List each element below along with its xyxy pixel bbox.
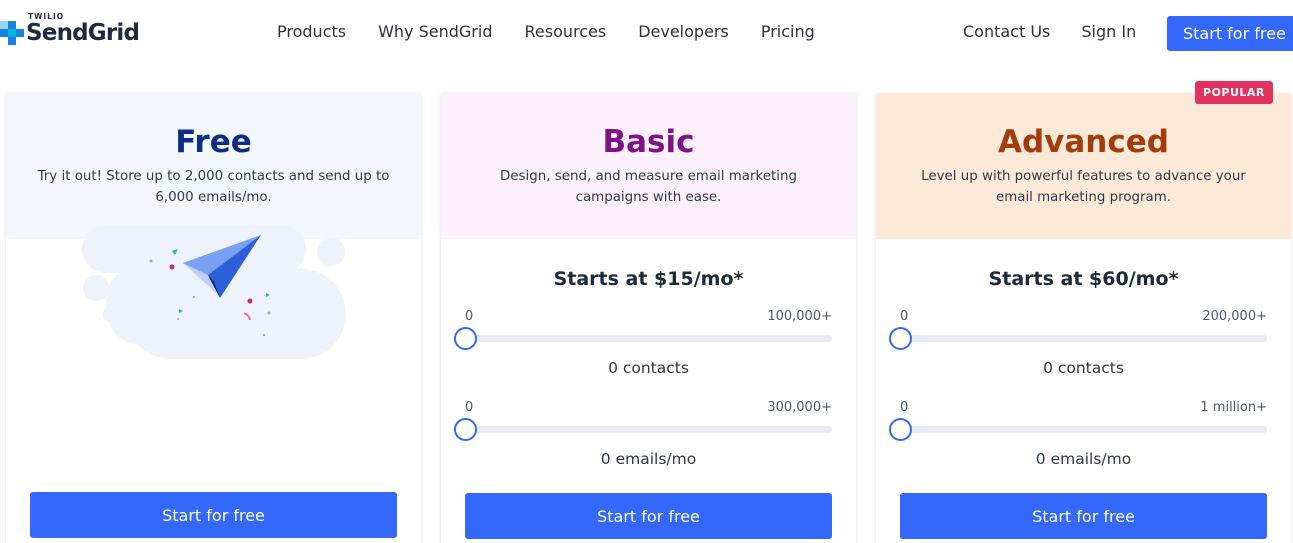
- top-nav: TWILIO SendGrid Products Why SendGrid Re…: [0, 0, 1293, 66]
- nav-contact-us[interactable]: Contact Us: [963, 22, 1050, 41]
- slider-thumb[interactable]: [454, 418, 477, 441]
- free-start-button[interactable]: Start for free: [30, 492, 397, 538]
- slider-value: 0 contacts: [608, 359, 689, 377]
- slider-track[interactable]: [900, 335, 1267, 342]
- nav-why-sendgrid[interactable]: Why SendGrid: [378, 22, 492, 41]
- main-nav-links: Products Why SendGrid Resources Develope…: [277, 22, 847, 41]
- plan-price: Starts at $60/mo*: [988, 268, 1179, 290]
- slider-track[interactable]: [900, 426, 1267, 433]
- plan-description: Level up with powerful features to advan…: [921, 169, 1246, 205]
- slider-min-label: 0: [900, 309, 909, 324]
- plan-header-free: Free Try it out! Store up to 2,000 conta…: [6, 93, 421, 239]
- plan-title: Basic: [602, 124, 695, 160]
- nav-start-free-button[interactable]: Start for free: [1167, 16, 1293, 51]
- slider-min-label: 0: [465, 400, 474, 415]
- plan-price: Starts at $15/mo*: [553, 268, 744, 290]
- slider-min-label: 0: [465, 309, 474, 324]
- slider-max-label: 1 million+: [1200, 400, 1267, 415]
- plan-title: Free: [175, 124, 252, 160]
- slider-track[interactable]: [465, 426, 832, 433]
- paper-plane-illustration: [82, 225, 346, 359]
- nav-pricing[interactable]: Pricing: [761, 22, 815, 41]
- slider-value: 0 contacts: [1043, 359, 1124, 377]
- slider-thumb[interactable]: [889, 327, 912, 350]
- slider-max-label: 200,000+: [1202, 309, 1267, 324]
- slider-value: 0 emails/mo: [1035, 450, 1132, 468]
- plan-card-basic: Basic Design, send, and measure email ma…: [441, 93, 856, 543]
- basic-start-button[interactable]: Start for free: [465, 493, 832, 539]
- slider-min-label: 0: [900, 400, 909, 415]
- slider-thumb[interactable]: [889, 418, 912, 441]
- nav-sign-in[interactable]: Sign In: [1081, 22, 1136, 41]
- popular-badge: POPULAR: [1195, 81, 1273, 104]
- nav-resources[interactable]: Resources: [524, 22, 606, 41]
- emails-slider: 0 300,000+ 0 emails/mo: [441, 400, 856, 491]
- plan-header-basic: Basic Design, send, and measure email ma…: [441, 93, 856, 239]
- nav-products[interactable]: Products: [277, 22, 346, 41]
- sendgrid-logo[interactable]: TWILIO SendGrid: [0, 9, 150, 49]
- plan-description: Design, send, and measure email marketin…: [500, 169, 797, 205]
- contacts-slider: 0 100,000+ 0 contacts: [441, 309, 856, 400]
- plan-card-advanced: Advanced Level up with powerful features…: [876, 93, 1291, 543]
- slider-value: 0 emails/mo: [600, 450, 697, 468]
- contacts-slider: 0 200,000+ 0 contacts: [876, 309, 1291, 400]
- slider-thumb[interactable]: [454, 327, 477, 350]
- plan-header-advanced: Advanced Level up with powerful features…: [876, 93, 1291, 239]
- emails-slider: 0 1 million+ 0 emails/mo: [876, 400, 1291, 491]
- slider-max-label: 300,000+: [767, 400, 832, 415]
- plan-title: Advanced: [998, 124, 1169, 160]
- plan-description: Try it out! Store up to 2,000 contacts a…: [37, 169, 390, 205]
- slider-track[interactable]: [465, 335, 832, 342]
- slider-max-label: 100,000+: [767, 309, 832, 324]
- advanced-start-button[interactable]: Start for free: [900, 493, 1267, 539]
- nav-right: Contact Us Sign In: [963, 22, 1167, 41]
- logo-brand-name: SendGrid: [26, 20, 140, 46]
- logo-squares-icon: [0, 21, 24, 45]
- nav-developers[interactable]: Developers: [638, 22, 729, 41]
